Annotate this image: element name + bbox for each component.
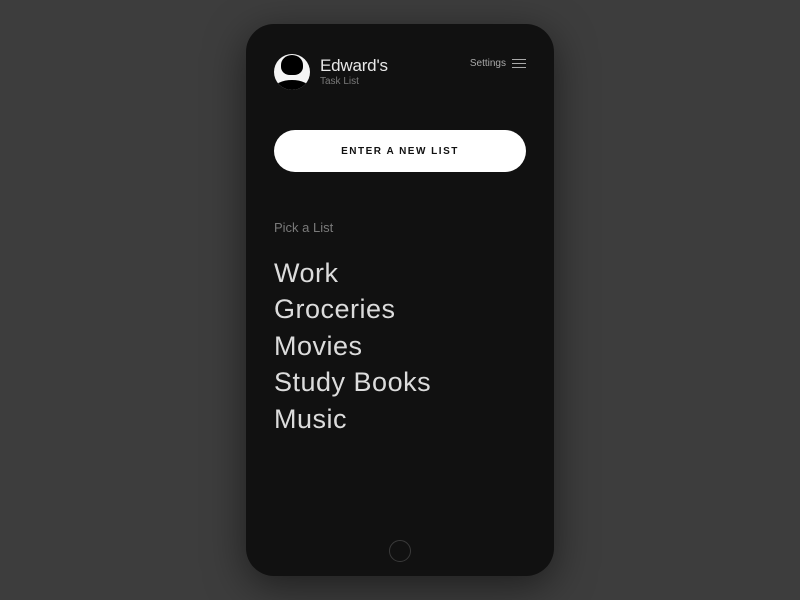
settings-label: Settings [470, 58, 506, 69]
phone-frame: Edward's Task List Settings ENTER A NEW … [246, 24, 554, 576]
header: Edward's Task List Settings [274, 54, 526, 90]
list-item-music[interactable]: Music [274, 401, 526, 437]
settings-button[interactable]: Settings [470, 58, 526, 69]
list-item-work[interactable]: Work [274, 255, 526, 291]
identity-text: Edward's Task List [320, 57, 388, 88]
user-name: Edward's [320, 57, 388, 76]
identity-block: Edward's Task List [274, 54, 388, 90]
menu-icon [512, 59, 526, 68]
list-item-groceries[interactable]: Groceries [274, 291, 526, 327]
list-container: Work Groceries Movies Study Books Music [274, 255, 526, 437]
subtitle: Task List [320, 76, 388, 87]
home-button[interactable] [389, 540, 411, 562]
avatar[interactable] [274, 54, 310, 90]
list-item-movies[interactable]: Movies [274, 328, 526, 364]
pick-list-label: Pick a List [274, 220, 526, 235]
list-item-study-books[interactable]: Study Books [274, 364, 526, 400]
new-list-button[interactable]: ENTER A NEW LIST [274, 130, 526, 172]
